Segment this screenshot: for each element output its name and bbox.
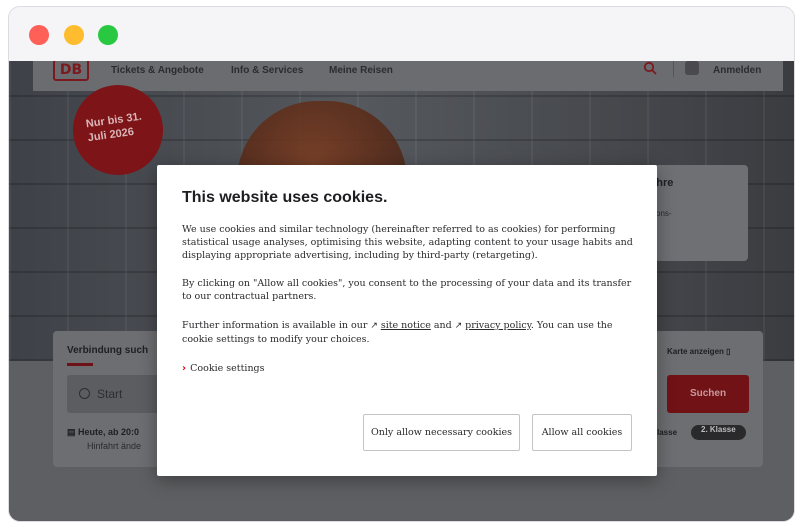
- allow-necessary-button[interactable]: Only allow necessary cookies: [363, 414, 520, 451]
- db-logo[interactable]: DB: [53, 61, 89, 81]
- search-button[interactable]: Suchen: [667, 375, 749, 413]
- info-and: and: [430, 320, 455, 331]
- dialog-paragraph-usage: We use cookies and similar technology (h…: [182, 224, 633, 261]
- external-link-icon: ↗: [370, 321, 381, 331]
- show-map-link[interactable]: Karte anzeigen ▯: [667, 347, 731, 356]
- change-outbound-link[interactable]: Hinfahrt ände: [87, 441, 141, 451]
- departure-date-label: Heute, ab 20:0: [78, 427, 140, 437]
- dialog-title: This website uses cookies.: [182, 189, 388, 206]
- dialog-paragraph-consent: By clicking on "Allow all cookies", you …: [182, 278, 632, 302]
- allow-all-button[interactable]: Allow all cookies: [532, 414, 632, 451]
- minimize-window-button[interactable]: [64, 25, 84, 45]
- departure-date[interactable]: ▤ Heute, ab 20:0: [67, 427, 139, 438]
- top-navigation: DB Tickets & Angebote Info & Services Me…: [33, 61, 783, 91]
- nav-tickets[interactable]: Tickets & Angebote: [111, 65, 204, 76]
- second-class-option[interactable]: 2. Klasse: [691, 425, 746, 440]
- nav-info-services[interactable]: Info & Services: [231, 65, 303, 76]
- cookie-consent-dialog: This website uses cookies. We use cookie…: [157, 165, 657, 476]
- start-placeholder: Start: [97, 387, 123, 401]
- close-window-button[interactable]: [29, 25, 49, 45]
- start-input[interactable]: Start: [67, 375, 167, 413]
- privacy-policy-link[interactable]: privacy policy: [465, 320, 531, 331]
- site-notice-link[interactable]: site notice: [381, 320, 431, 331]
- nav-divider: [673, 61, 674, 77]
- chevron-right-icon: ›: [182, 363, 187, 374]
- zoom-window-button[interactable]: [98, 25, 118, 45]
- info-prefix: Further information is available in our: [182, 320, 371, 331]
- search-card-title: Verbindung such: [67, 345, 149, 356]
- login-link[interactable]: Anmelden: [713, 65, 761, 76]
- map-icon: ▯: [726, 347, 731, 356]
- nav-meine-reisen[interactable]: Meine Reisen: [329, 65, 393, 76]
- cookie-settings-label: Cookie settings: [190, 363, 265, 374]
- search-tab-underline: [67, 363, 93, 366]
- external-link-icon: ↗: [454, 321, 466, 331]
- first-class-option[interactable]: lasse: [657, 428, 677, 437]
- location-icon: [79, 388, 90, 399]
- show-map-label: Karte anzeigen: [667, 347, 724, 356]
- dialog-paragraph-info: Further information is available in our …: [182, 319, 634, 346]
- cookie-settings-toggle[interactable]: › Cookie settings: [182, 363, 265, 374]
- title-bar: [9, 7, 794, 61]
- search-icon[interactable]: [643, 61, 657, 75]
- user-icon[interactable]: [685, 61, 699, 75]
- calendar-icon: ▤: [67, 427, 79, 437]
